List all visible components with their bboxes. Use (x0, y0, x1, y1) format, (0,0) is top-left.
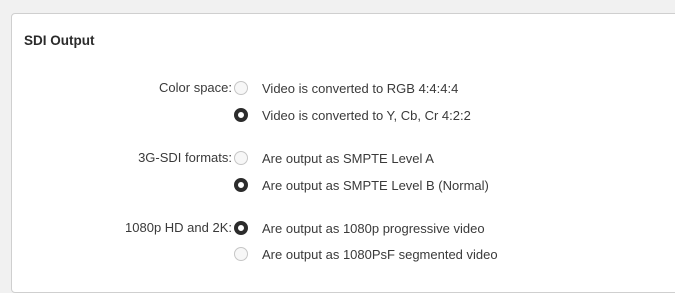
3g-sdi-option-level-b[interactable]: Are output as SMPTE Level B (Normal) (234, 175, 489, 195)
radio-button[interactable] (234, 247, 248, 261)
1080p-option-progressive[interactable]: Are output as 1080p progressive video (234, 218, 485, 238)
3g-sdi-formats-label: 3G-SDI formats: (138, 150, 232, 165)
color-space-label: Color space: (159, 80, 232, 95)
radio-button[interactable] (234, 81, 248, 95)
option-label: Are output as SMPTE Level A (262, 150, 434, 166)
section-title: SDI Output (24, 33, 95, 48)
radio-button-selected[interactable] (234, 221, 248, 235)
color-space-option-rgb[interactable]: Video is converted to RGB 4:4:4:4 (234, 78, 458, 98)
1080p-option-psf[interactable]: Are output as 1080PsF segmented video (234, 244, 498, 264)
color-space-option-ycbcr[interactable]: Video is converted to Y, Cb, Cr 4:2:2 (234, 105, 471, 125)
option-label: Are output as 1080PsF segmented video (262, 246, 498, 262)
sdi-output-panel: SDI Output Color space: Video is convert… (11, 13, 675, 293)
option-label: Video is converted to RGB 4:4:4:4 (262, 80, 459, 96)
option-label: Video is converted to Y, Cb, Cr 4:2:2 (262, 107, 471, 123)
option-label: Are output as 1080p progressive video (262, 220, 485, 236)
1080p-hd-2k-label: 1080p HD and 2K: (125, 220, 232, 235)
option-label: Are output as SMPTE Level B (Normal) (262, 177, 489, 193)
3g-sdi-option-level-a[interactable]: Are output as SMPTE Level A (234, 148, 434, 168)
radio-button[interactable] (234, 151, 248, 165)
radio-button-selected[interactable] (234, 108, 248, 122)
radio-button-selected[interactable] (234, 178, 248, 192)
